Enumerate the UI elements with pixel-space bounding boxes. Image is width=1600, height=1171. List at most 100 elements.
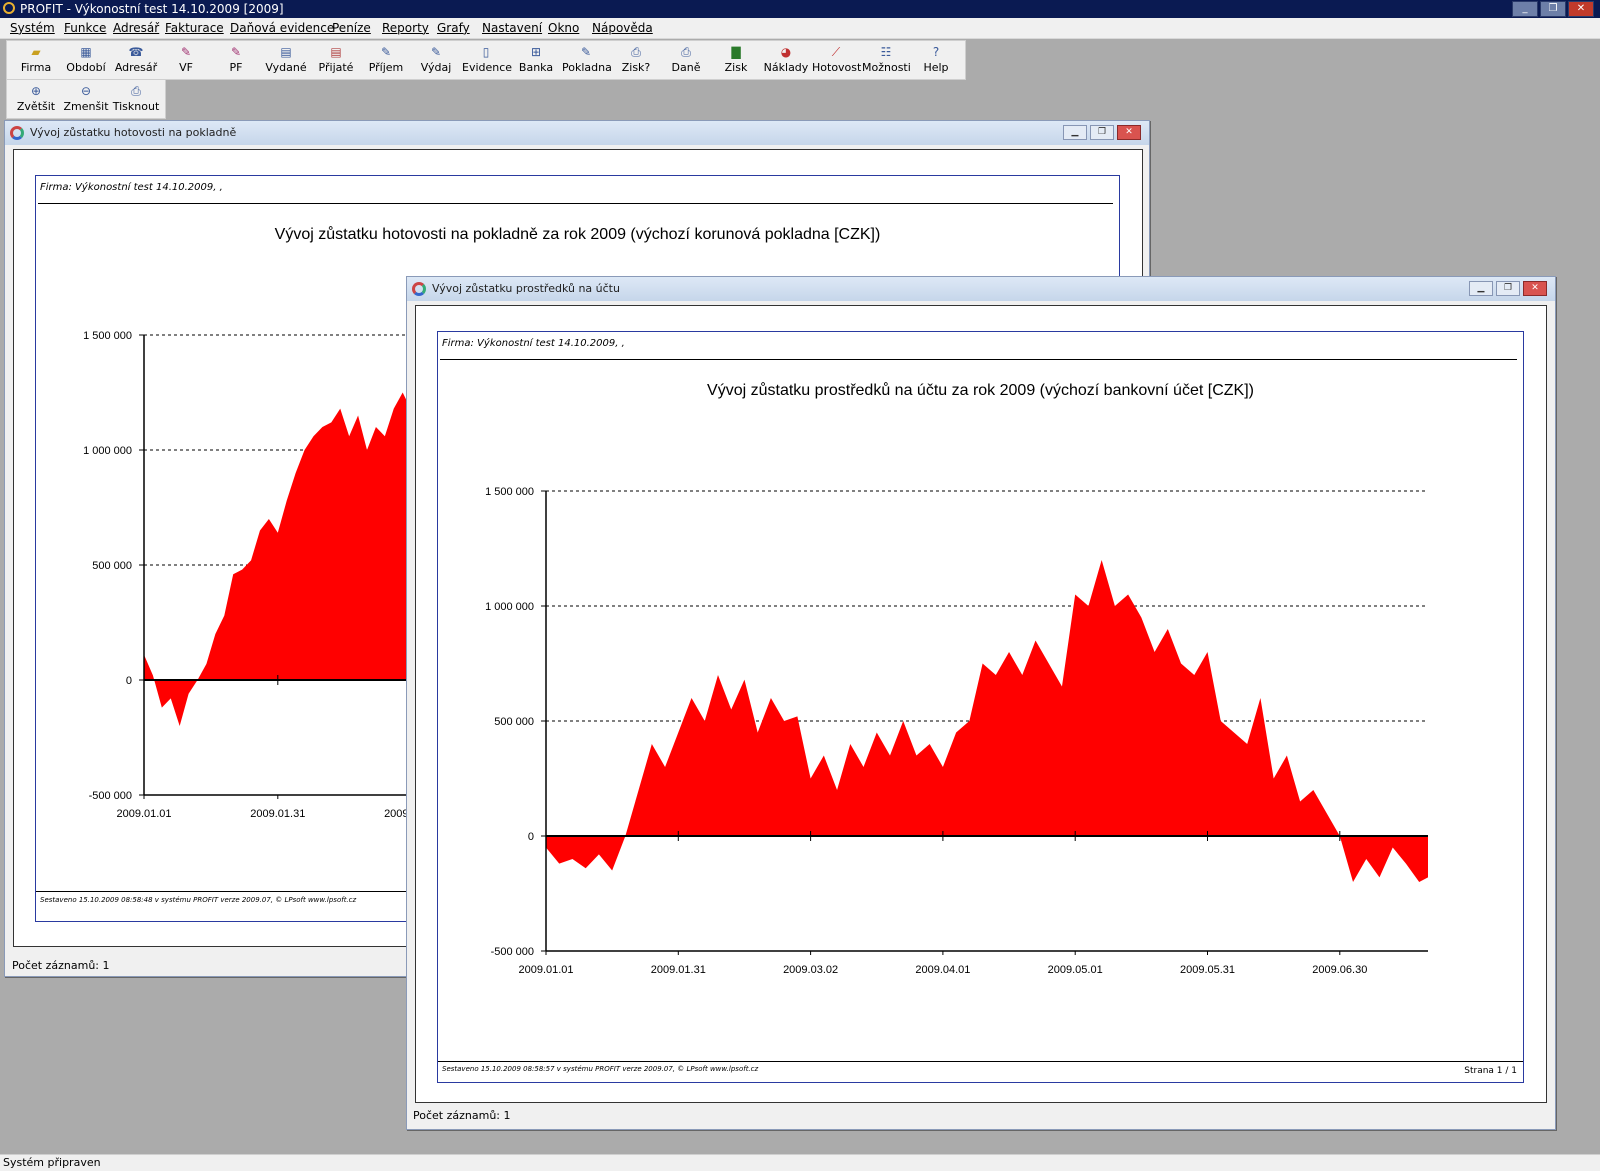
report-preview: Firma: Výkonostní test 14.10.2009, , Výv… [415,305,1547,1103]
toolbar-pokladna-button[interactable]: ✎ Pokladna [562,43,612,77]
menu-fakturace[interactable]: Fakturace [165,21,224,35]
pen-icon: ✎ [380,45,392,59]
toolbar-dane-button[interactable]: ⎙ Daně [662,43,710,77]
y-tick-label: -500 000 [89,790,132,802]
x-tick-label: 2009.05.01 [1048,964,1103,976]
preview-toolbar: ⊕ Zvětšit ⊖ Zmenšit ⎙ Tisknout [6,79,166,119]
toolbar-evidence-button[interactable]: ▯ Evidence [462,43,512,77]
x-tick-label: 2009.01.31 [250,808,305,820]
menu-adresar[interactable]: Adresář [113,21,159,35]
pen-icon: ✎ [180,45,192,59]
maximize-button[interactable]: ❐ [1090,125,1114,140]
app-title-bar: PROFIT - Výkonostní test 14.10.2009 [200… [0,0,1600,18]
app-logo-icon [412,282,426,296]
toolbar-help-button[interactable]: ? Help [912,43,960,77]
y-tick-label: 500 000 [494,716,534,728]
toolbar-obdobi-button[interactable]: ▦ Období [62,43,110,77]
toolbar-naklady-button[interactable]: ◕ Náklady [762,43,810,77]
toolbar-moznosti-button[interactable]: ☷ Možnosti [862,43,911,77]
toolbar-vf-button[interactable]: ✎ VF [162,43,210,77]
status-bar: Systém připraven [0,1154,1600,1171]
y-tick-label: 1 500 000 [83,330,132,342]
app-title: PROFIT - Výkonostní test 14.10.2009 [200… [20,2,284,16]
report-page: Firma: Výkonostní test 14.10.2009, , Výv… [437,331,1524,1083]
toolbar-firma-button[interactable]: ▰ Firma [12,43,60,77]
y-tick-label: 1 500 000 [485,486,534,498]
zoom-out-icon: ⊖ [80,84,92,98]
options-icon: ☷ [880,45,892,59]
toolbar-adresar-button[interactable]: ☎ Adresář [112,43,160,77]
menu-funkce[interactable]: Funkce [64,21,106,35]
menu-nastaveni[interactable]: Nastavení [482,21,542,35]
minimize-button[interactable]: _ [1512,1,1538,17]
toolbar-zisk-question-button[interactable]: ⎙ Zisk? [612,43,660,77]
window-title: Vývoj zůstatku hotovosti na pokladně [30,126,237,139]
toolbar-zvetsit-button[interactable]: ⊕ Zvětšit [12,82,60,116]
menu-system[interactable]: Systém [10,21,55,35]
status-text: Systém připraven [3,1156,101,1169]
x-tick-label: 2009.05.31 [1180,964,1235,976]
account-balance-window: Vývoj zůstatku prostředků na účtu ▁ ❐ ✕ … [406,276,1556,1130]
app-logo-icon [3,2,15,14]
menu-grafy[interactable]: Grafy [437,21,470,35]
y-tick-label: -500 000 [491,946,534,958]
toolbar-hotovost-button[interactable]: ⟋ Hotovost [812,43,861,77]
folder-icon: ▰ [31,45,41,59]
maximize-button[interactable]: ❐ [1540,1,1566,17]
page-indicator: Strana 1 / 1 [1464,1066,1517,1076]
x-tick-label: 2009.01.31 [651,964,706,976]
toolbar-tisknout-button[interactable]: ⎙ Tisknout [112,82,160,116]
close-button[interactable]: ✕ [1523,281,1547,296]
printer-icon: ⎙ [131,84,141,98]
minimize-button[interactable]: ▁ [1469,281,1493,296]
calendar-icon: ▦ [80,45,92,59]
x-tick-label: 2009.03.02 [783,964,838,976]
toolbar-vydaj-button[interactable]: ✎ Výdaj [412,43,460,77]
y-tick-label: 1 000 000 [485,601,534,613]
toolbar-vydane-button[interactable]: ▤ Vydané [262,43,310,77]
toolbar-zmensit-button[interactable]: ⊖ Zmenšit [62,82,110,116]
x-tick-label: 2009.01.01 [518,964,573,976]
window-controls: _ ❐ ✕ [1512,1,1594,17]
record-count: Počet záznamů: 1 [12,959,110,972]
y-tick-label: 1 000 000 [83,445,132,457]
bar-chart-icon: ▇ [731,45,741,59]
close-button[interactable]: ✕ [1568,1,1594,17]
footer-note: Sestaveno 15.10.2009 08:58:48 v systému … [40,896,357,904]
bank-icon: ⊞ [530,45,542,59]
toolbar-prijem-button[interactable]: ✎ Příjem [362,43,410,77]
maximize-button[interactable]: ❐ [1496,281,1520,296]
toolbar-pf-button[interactable]: ✎ PF [212,43,260,77]
x-tick-label: 2009.04.01 [915,964,970,976]
window-caption: Vývoj zůstatku prostředků na účtu ▁ ❐ ✕ [407,277,1555,301]
footer-note: Sestaveno 15.10.2009 08:58:57 v systému … [442,1065,759,1073]
phone-icon: ☎ [128,45,144,59]
printer-icon: ⎙ [631,45,641,59]
menu-napoveda[interactable]: Nápověda [592,21,653,35]
pen-icon: ✎ [430,45,442,59]
x-tick-label: 2009.06.30 [1312,964,1367,976]
document-icon: ▤ [330,45,342,59]
pen-icon: ✎ [230,45,242,59]
help-icon: ? [932,45,940,59]
menu-reporty[interactable]: Reporty [382,21,429,35]
close-button[interactable]: ✕ [1117,125,1141,140]
line-chart-icon: ⟋ [831,45,841,59]
menu-danova-evidence[interactable]: Daňová evidence [230,21,334,35]
toolbar-banka-button[interactable]: ⊞ Banka [512,43,560,77]
toolbar-zisk-button[interactable]: ▇ Zisk [712,43,760,77]
window-caption: Vývoj zůstatku hotovosti na pokladně ▁ ❐… [5,121,1149,145]
document-icon: ▤ [280,45,292,59]
minimize-button[interactable]: ▁ [1063,125,1087,140]
menu-penize[interactable]: Peníze [332,21,371,35]
main-toolbar: ▰ Firma ▦ Období ☎ Adresář ✎ VF ✎ PF ▤ Vydané … [6,40,966,80]
document-icon: ▯ [482,45,490,59]
zoom-in-icon: ⊕ [30,84,42,98]
toolbar-prijate-button[interactable]: ▤ Přijaté [312,43,360,77]
y-tick-label: 500 000 [92,560,132,572]
x-tick-label: 2009.01.01 [116,808,171,820]
y-tick-label: 0 [528,831,534,843]
y-tick-label: 0 [126,675,132,687]
record-count: Počet záznamů: 1 [413,1109,511,1122]
menu-okno[interactable]: Okno [548,21,579,35]
